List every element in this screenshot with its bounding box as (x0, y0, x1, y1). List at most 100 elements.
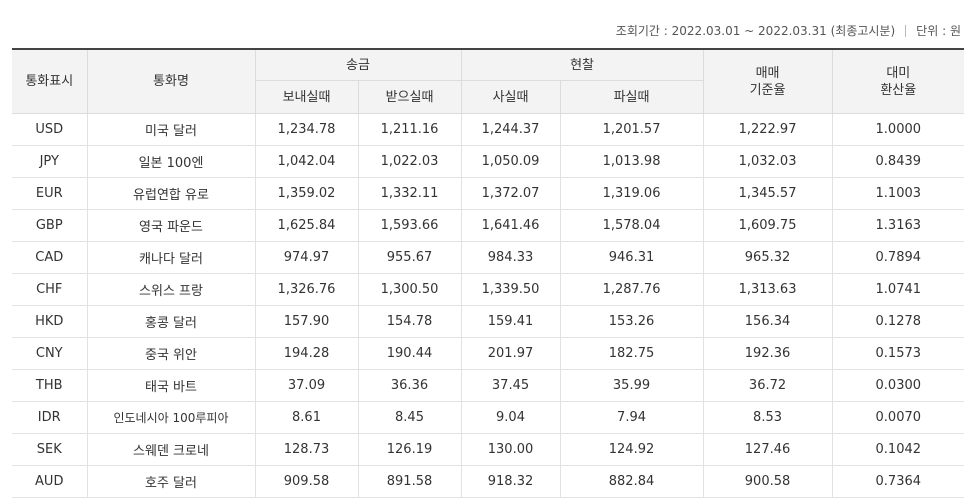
currency-code: AUD (12, 465, 88, 498)
header-base-rate-line2: 기준율 (749, 82, 786, 98)
currency-name: 홍콩 달러 (86, 305, 256, 338)
currency-code: CAD (12, 241, 88, 274)
table-body: USD 미국 달러 1,234.78 1,211.16 1,244.37 1,2… (12, 113, 965, 498)
remit-send-value: 8.61 (254, 401, 359, 434)
cash-buy-value: 1,244.37 (460, 113, 561, 146)
table-row: EUR 유럽연합 유로 1,359.02 1,332.11 1,372.07 1… (12, 177, 965, 210)
header-name: 통화명 (86, 48, 256, 114)
table-row: CNY 중국 위안 194.28 190.44 201.97 182.75 19… (12, 337, 965, 370)
cash-buy-value: 130.00 (460, 433, 561, 466)
usd-rate-value: 0.7364 (831, 465, 965, 498)
cash-sell-value: 1,319.06 (559, 177, 704, 210)
currency-code: CHF (12, 273, 88, 306)
cash-sell-value: 124.92 (559, 433, 704, 466)
remit-receive-value: 955.67 (357, 241, 462, 274)
table-row: THB 태국 바트 37.09 36.36 37.45 35.99 36.72 … (12, 369, 965, 402)
base-rate-value: 1,032.03 (702, 145, 833, 178)
header-remit: 송금 (254, 48, 462, 81)
remit-send-value: 1,625.84 (254, 209, 359, 242)
base-rate-value: 36.72 (702, 369, 833, 402)
table-row: AUD 호주 달러 909.58 891.58 918.32 882.84 90… (12, 465, 965, 498)
table-row: JPY 일본 100엔 1,042.04 1,022.03 1,050.09 1… (12, 145, 965, 178)
remit-send-value: 1,359.02 (254, 177, 359, 210)
currency-code: USD (12, 113, 88, 146)
usd-rate-value: 1.0741 (831, 273, 965, 306)
header-remit-send: 보내실때 (255, 80, 359, 114)
remit-send-value: 909.58 (254, 465, 359, 498)
cash-sell-value: 35.99 (559, 369, 704, 402)
header-base-rate-line1: 매매 (755, 65, 780, 81)
cash-buy-value: 201.97 (460, 337, 561, 370)
exchange-rate-table: 통화표시 통화명 송금 현찰 매매 기준율 대미 환산율 보내실때 받으실때 사실때… (12, 48, 965, 498)
table-header: 통화표시 통화명 송금 현찰 매매 기준율 대미 환산율 보내실때 받으실때 사실때… (12, 48, 965, 114)
table-row: SEK 스웨덴 크로네 128.73 126.19 130.00 124.92 … (12, 433, 965, 466)
currency-name: 캐나다 달러 (86, 241, 256, 274)
currency-name: 스웨덴 크로네 (86, 433, 256, 466)
remit-receive-value: 36.36 (357, 369, 462, 402)
currency-name: 일본 100엔 (86, 145, 256, 178)
cash-buy-value: 1,641.46 (460, 209, 561, 242)
remit-send-value: 37.09 (254, 369, 359, 402)
currency-code: JPY (12, 145, 88, 178)
usd-rate-value: 1.0000 (831, 113, 965, 146)
usd-rate-value: 0.1042 (831, 433, 965, 466)
divider (905, 24, 907, 37)
cash-buy-value: 918.32 (460, 465, 561, 498)
currency-name: 인도네시아 100루피아 (86, 401, 256, 434)
base-rate-value: 1,609.75 (702, 209, 833, 242)
header-code: 통화표시 (12, 48, 88, 114)
cash-sell-value: 946.31 (559, 241, 704, 274)
cash-sell-value: 1,287.76 (559, 273, 704, 306)
remit-send-value: 1,042.04 (254, 145, 359, 178)
remit-receive-value: 190.44 (357, 337, 462, 370)
currency-code: GBP (12, 209, 88, 242)
base-rate-value: 8.53 (702, 401, 833, 434)
remit-send-value: 128.73 (254, 433, 359, 466)
base-rate-value: 127.46 (702, 433, 833, 466)
currency-code: SEK (12, 433, 88, 466)
currency-code: CNY (12, 337, 88, 370)
cash-sell-value: 1,013.98 (559, 145, 704, 178)
cash-sell-value: 882.84 (559, 465, 704, 498)
remit-send-value: 1,234.78 (254, 113, 359, 146)
remit-send-value: 194.28 (254, 337, 359, 370)
header-cash-sell: 파실때 (559, 80, 704, 114)
base-rate-value: 192.36 (702, 337, 833, 370)
unit-value: 원 (949, 24, 961, 38)
usd-rate-value: 1.1003 (831, 177, 965, 210)
cash-buy-value: 159.41 (460, 305, 561, 338)
header-cash: 현찰 (460, 48, 704, 81)
remit-receive-value: 1,593.66 (357, 209, 462, 242)
remit-receive-value: 891.58 (357, 465, 462, 498)
cash-sell-value: 1,578.04 (559, 209, 704, 242)
base-rate-value: 1,313.63 (702, 273, 833, 306)
remit-send-value: 157.90 (254, 305, 359, 338)
cash-sell-value: 153.26 (559, 305, 704, 338)
remit-receive-value: 8.45 (357, 401, 462, 434)
usd-rate-value: 1.3163 (831, 209, 965, 242)
header-usd-rate-line1: 대미 (886, 65, 911, 81)
usd-rate-value: 0.0300 (831, 369, 965, 402)
currency-name: 태국 바트 (86, 369, 256, 402)
table-row: IDR 인도네시아 100루피아 8.61 8.45 9.04 7.94 8.5… (12, 401, 965, 434)
remit-receive-value: 1,211.16 (357, 113, 462, 146)
cash-buy-value: 1,339.50 (460, 273, 561, 306)
base-rate-value: 965.32 (702, 241, 833, 274)
currency-name: 호주 달러 (86, 465, 256, 498)
currency-code: HKD (12, 305, 88, 338)
cash-sell-value: 7.94 (559, 401, 704, 434)
header-remit-receive: 받으실때 (357, 80, 462, 114)
currency-name: 스위스 프랑 (86, 273, 256, 306)
cash-buy-value: 1,050.09 (460, 145, 561, 178)
cash-sell-value: 1,201.57 (559, 113, 704, 146)
period-info: 조회기간 : 2022.03.01 ~ 2022.03.31 (최종고시분) 단… (616, 22, 961, 39)
currency-name: 중국 위안 (86, 337, 256, 370)
base-rate-value: 900.58 (702, 465, 833, 498)
currency-name: 영국 파운드 (86, 209, 256, 242)
base-rate-value: 156.34 (702, 305, 833, 338)
period-range: 2022.03.01 ~ 2022.03.31 (671, 23, 827, 38)
base-rate-value: 1,345.57 (702, 177, 833, 210)
cash-buy-value: 984.33 (460, 241, 561, 274)
currency-code: EUR (12, 177, 88, 210)
remit-receive-value: 126.19 (357, 433, 462, 466)
